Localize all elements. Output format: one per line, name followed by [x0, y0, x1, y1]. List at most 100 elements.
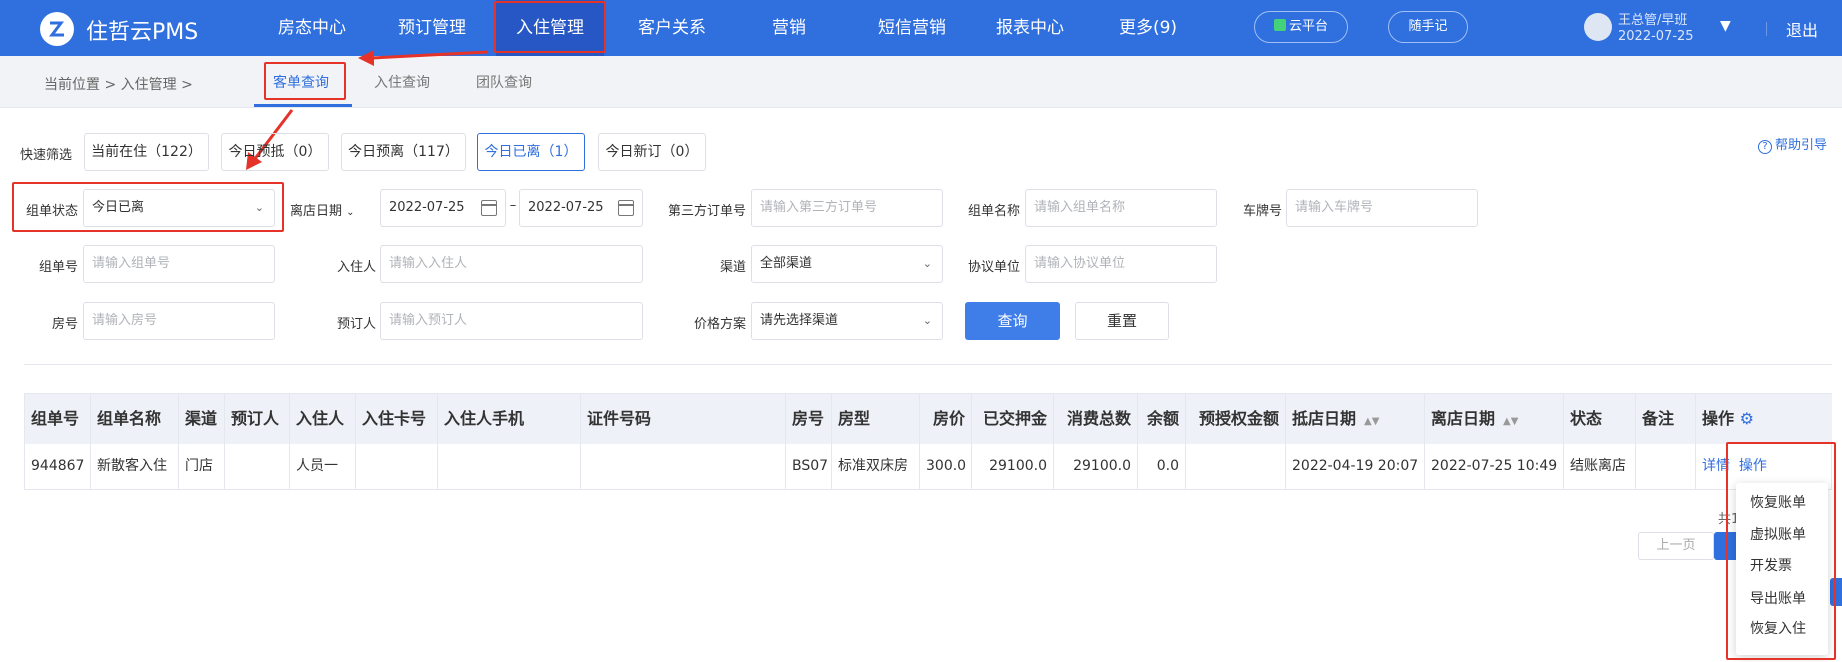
agreement-input[interactable]: 请输入协议单位: [1025, 245, 1217, 283]
tab-checkin-query[interactable]: 入住查询: [374, 72, 430, 92]
date-from-input[interactable]: 2022-07-25: [380, 189, 506, 227]
top-nav: 住哲云PMS 房态中心 预订管理 入住管理 客户关系 营销 短信营销 报表中心 …: [0, 0, 1842, 56]
quick-departing-today[interactable]: 今日预离（117）: [341, 133, 466, 171]
nav-more[interactable]: 更多(9): [1098, 0, 1198, 56]
channel-select[interactable]: 全部渠道 ⌄: [751, 245, 943, 283]
price-plan-label: 价格方案: [693, 317, 746, 332]
col-header: 房价: [920, 394, 972, 444]
highlight-box: [494, 1, 606, 53]
brand-name: 住哲云PMS: [86, 20, 199, 45]
active-tab-indicator: [254, 104, 352, 107]
breadcrumb: 当前位置 > 入住管理 >: [44, 77, 193, 93]
booker-input[interactable]: 请输入预订人: [380, 302, 643, 340]
cell-guest: 人员一: [290, 444, 356, 489]
date-label: 离店日期: [290, 204, 343, 219]
nav-booking[interactable]: 预订管理: [382, 0, 482, 56]
cell-room: BS07: [786, 444, 832, 489]
highlight-box: [12, 182, 284, 232]
quick-departed-today[interactable]: 今日已离（1）: [477, 133, 585, 171]
group-no-label: 组单号: [38, 260, 78, 275]
col-header: 组单号: [25, 394, 91, 444]
help-label: 帮助引导: [1775, 138, 1828, 153]
third-order-input[interactable]: 请输入第三方订单号: [751, 189, 943, 227]
departure-header-label: 离店日期: [1431, 409, 1496, 428]
room-input[interactable]: 请输入房号: [83, 302, 275, 340]
actions-header-label: 操作: [1702, 409, 1735, 428]
group-name-label: 组单名称: [967, 204, 1020, 219]
group-no-input[interactable]: 请输入组单号: [83, 245, 275, 283]
third-order-label: 第三方订单号: [667, 204, 746, 219]
col-header-arrival[interactable]: 抵店日期 ▲▼: [1286, 394, 1425, 444]
col-header: 入住人: [290, 394, 356, 444]
highlight-box: [264, 62, 346, 100]
quick-new-today[interactable]: 今日新订（0）: [598, 133, 706, 171]
prev-page-button[interactable]: 上一页: [1638, 532, 1714, 560]
cell-rate: 300.0: [920, 444, 972, 489]
col-header: 已交押金: [972, 394, 1054, 444]
nav-marketing[interactable]: 营销: [744, 0, 834, 56]
sort-icon: ▲▼: [1503, 416, 1519, 427]
cell-room-type: 标准双床房: [832, 444, 920, 489]
nav-sms[interactable]: 短信营销: [862, 0, 962, 56]
channel-label: 渠道: [719, 260, 746, 275]
chevron-down-icon: ⌄: [346, 207, 355, 218]
cell-id: [581, 444, 786, 489]
col-header: 渠道: [179, 394, 225, 444]
calendar-icon: [481, 200, 497, 216]
cell-channel: 门店: [179, 444, 225, 489]
nav-reports[interactable]: 报表中心: [980, 0, 1080, 56]
date-from-value: 2022-07-25: [389, 200, 465, 215]
user-name: 王总管/早班: [1618, 13, 1688, 28]
nav-customer[interactable]: 客户关系: [620, 0, 724, 56]
col-header-actions: 操作 ⚙: [1696, 394, 1832, 444]
search-button[interactable]: 查询: [965, 302, 1060, 340]
cell-booker: [225, 444, 290, 489]
col-header: 组单名称: [91, 394, 179, 444]
gear-icon[interactable]: ⚙: [1740, 409, 1754, 428]
avatar[interactable]: [1584, 13, 1612, 41]
chevron-down-icon[interactable]: ▼: [1720, 18, 1731, 34]
price-plan-select[interactable]: 请先选择渠道 ⌄: [751, 302, 943, 340]
quick-current-in-house[interactable]: 当前在住（122）: [84, 133, 209, 171]
tab-team-query[interactable]: 团队查询: [476, 72, 532, 92]
cell-phone: [438, 444, 581, 489]
help-link[interactable]: ? 帮助引导: [1758, 134, 1827, 154]
col-header: 余额: [1138, 394, 1186, 444]
date-type-select[interactable]: 离店日期 ⌄: [290, 200, 370, 219]
cloud-platform-button[interactable]: 云平台: [1254, 11, 1348, 43]
guest-label: 入住人: [336, 260, 376, 275]
reset-button[interactable]: 重置: [1075, 302, 1169, 340]
col-header: 证件号码: [581, 394, 786, 444]
notes-button[interactable]: 随手记: [1388, 11, 1468, 43]
cell-consumption: 29100.0: [1054, 444, 1138, 489]
group-name-input[interactable]: 请输入组单名称: [1025, 189, 1217, 227]
col-header: 入住卡号: [356, 394, 438, 444]
price-plan-value: 请先选择渠道: [760, 313, 839, 328]
business-date: 2022-07-25: [1618, 29, 1694, 44]
col-header: 房型: [832, 394, 920, 444]
highlight-box: [1726, 442, 1836, 660]
logout-link[interactable]: 退出: [1786, 17, 1818, 41]
date-separator: –: [509, 198, 517, 213]
date-to-input[interactable]: 2022-07-25: [519, 189, 643, 227]
plate-input[interactable]: 请输入车牌号: [1286, 189, 1478, 227]
col-header: 消费总数: [1054, 394, 1138, 444]
col-header: 预授权金额: [1186, 394, 1286, 444]
guest-input[interactable]: 请输入入住人: [380, 245, 643, 283]
col-header: 备注: [1636, 394, 1696, 444]
quick-arriving-today[interactable]: 今日预抵（0）: [221, 133, 329, 171]
cloud-label: 云平台: [1288, 19, 1328, 34]
divider: [1766, 22, 1767, 36]
cell-deposit: 29100.0: [972, 444, 1054, 489]
cell-balance: 0.0: [1138, 444, 1186, 489]
chevron-down-icon: ⌄: [922, 257, 932, 270]
cell-card: [356, 444, 438, 489]
plate-label: 车牌号: [1242, 204, 1282, 219]
cell-group-no: 944867: [25, 444, 91, 489]
booker-label: 预订人: [336, 317, 376, 332]
cell-arrival: 2022-04-19 20:07: [1286, 444, 1425, 489]
nav-room-status[interactable]: 房态中心: [262, 0, 362, 56]
arrival-header-label: 抵店日期: [1292, 409, 1357, 428]
cell-group-name: 新散客入住: [91, 444, 179, 489]
col-header-departure[interactable]: 离店日期 ▲▼: [1425, 394, 1564, 444]
